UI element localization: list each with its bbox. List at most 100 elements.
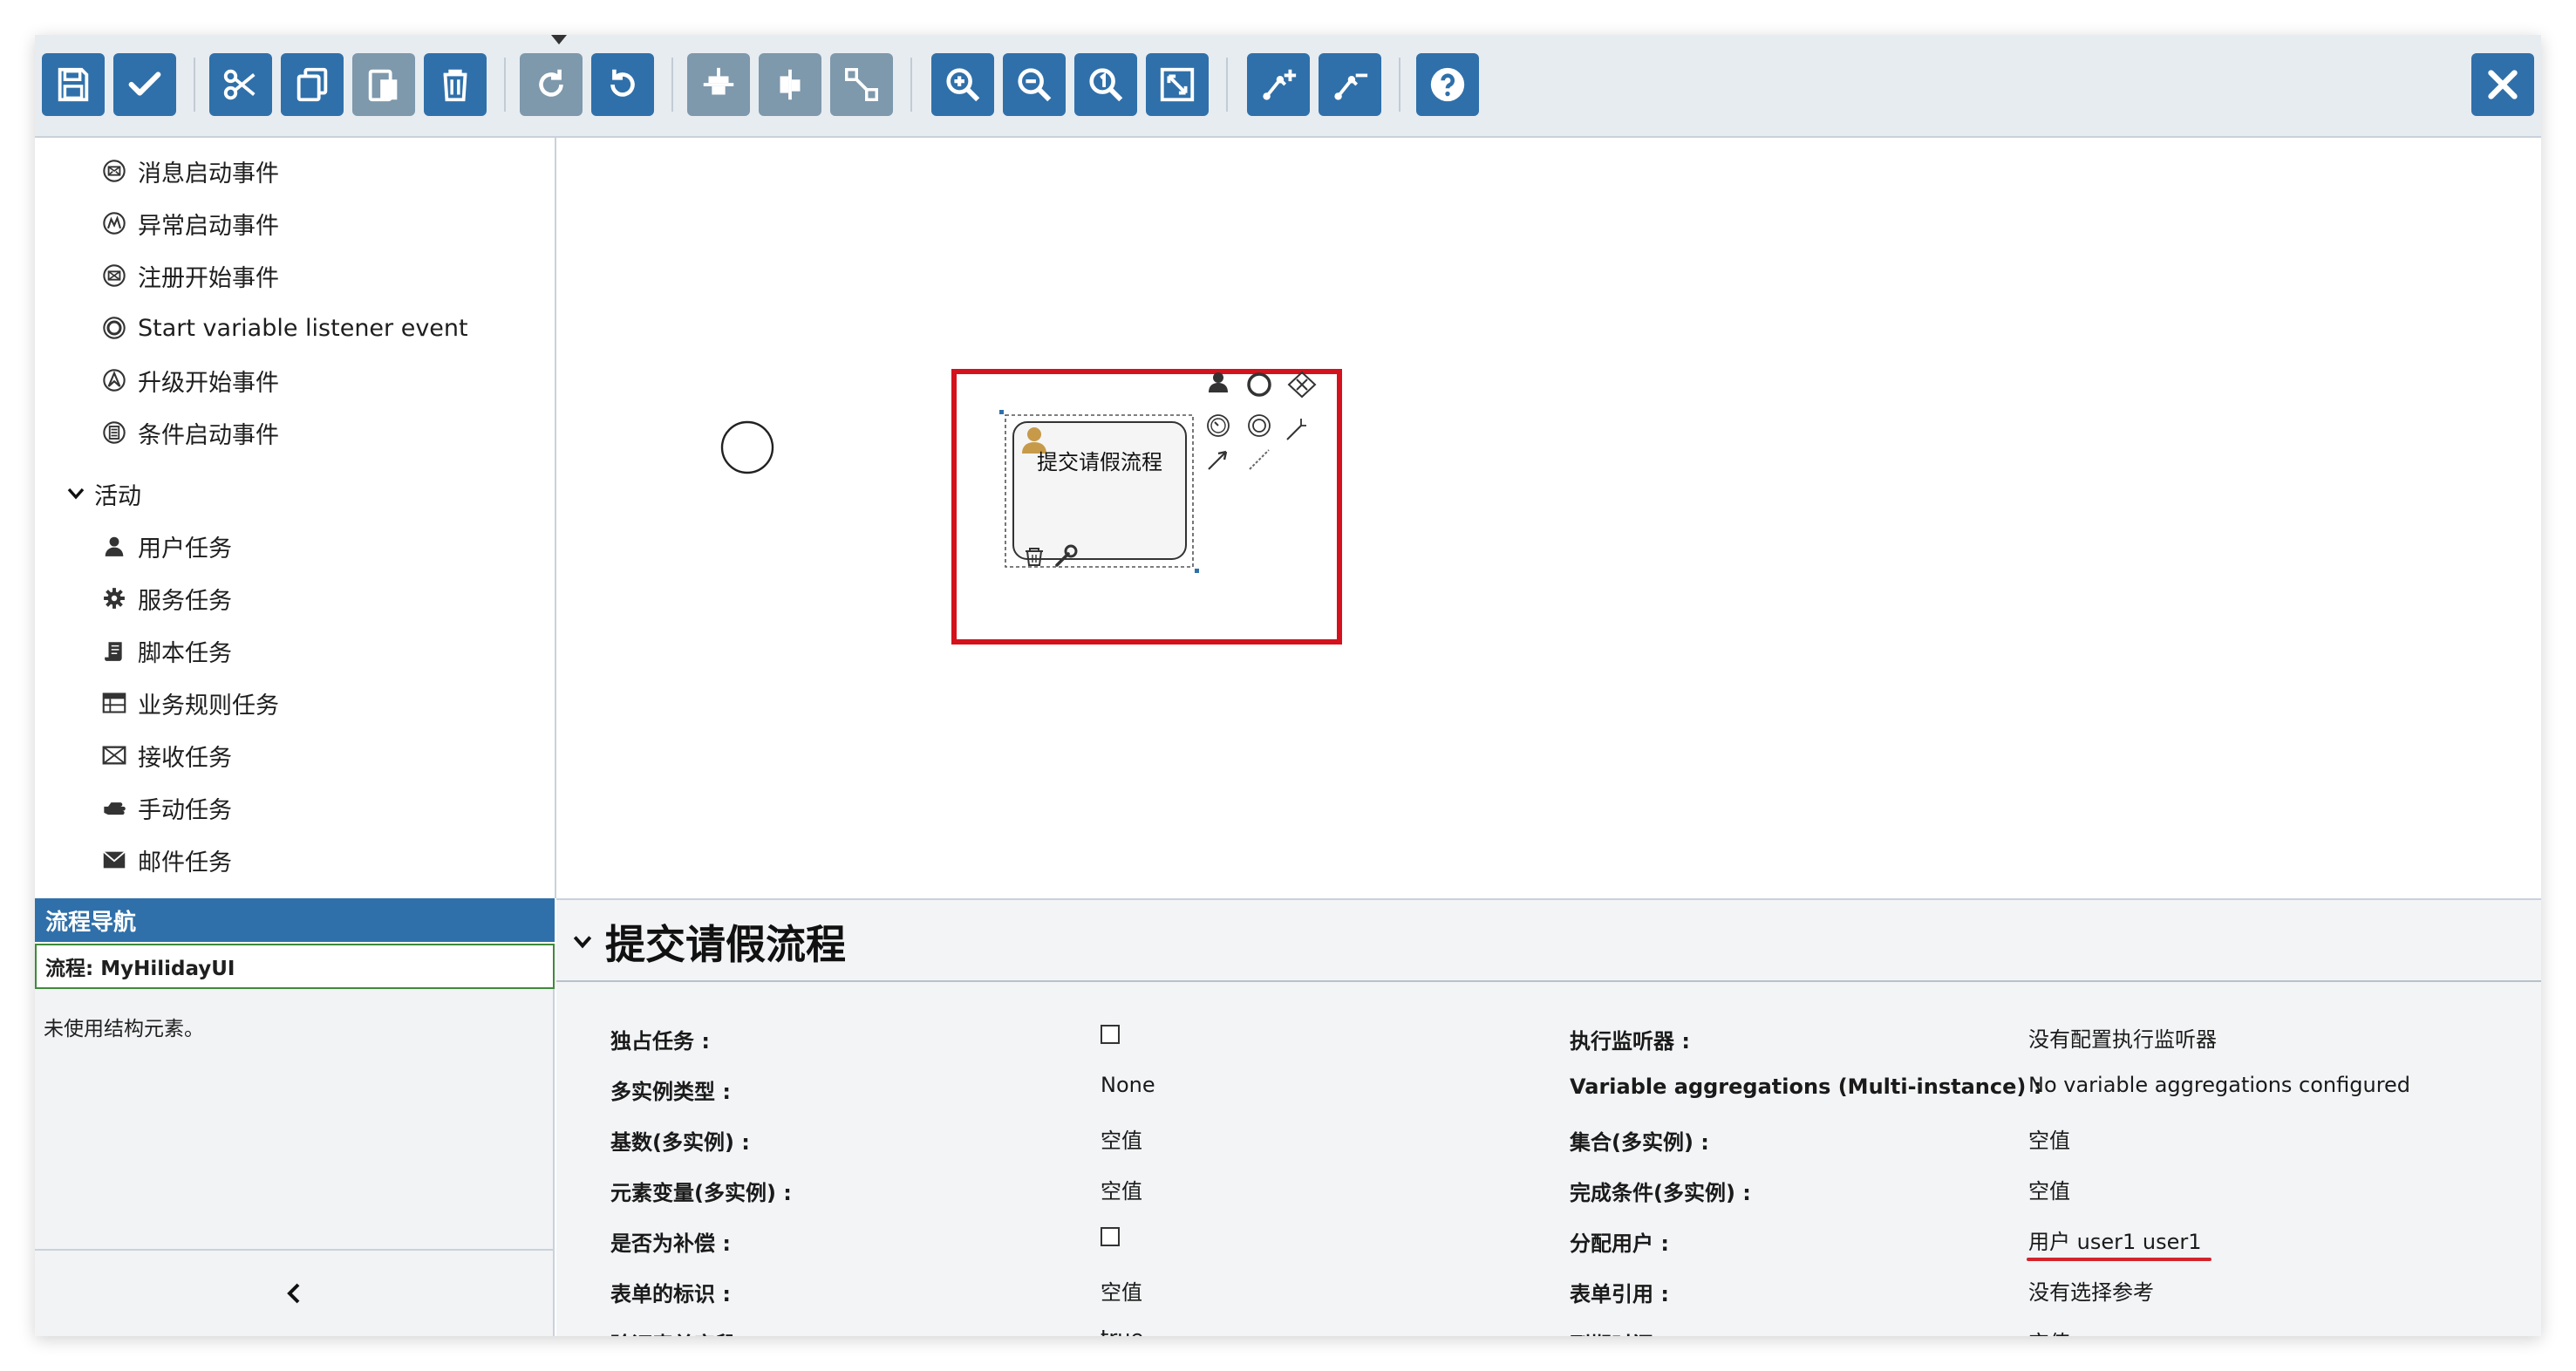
- chevron-down-icon: [66, 487, 85, 501]
- prop-value-multi-instance-type[interactable]: None: [1101, 1073, 1155, 1097]
- prop-label-execution-listeners: 执行监听器 :: [1570, 1029, 1690, 1054]
- undo-button[interactable]: [591, 53, 654, 116]
- properties-panel: 提交请假流程 独占任务 : 多实例类型 : None 基数(多实例) : 空值 …: [556, 898, 2541, 1336]
- compensation-checkbox[interactable]: [1101, 1227, 1120, 1246]
- zoom-out-button[interactable]: [1003, 53, 1066, 116]
- help-button[interactable]: [1416, 53, 1479, 116]
- resize-handle[interactable]: [999, 410, 1004, 414]
- append-user-task-icon[interactable]: [1209, 372, 1228, 392]
- prop-value-variable-aggregations[interactable]: No variable aggregations configured: [2028, 1073, 2410, 1097]
- escalation-start-icon: [101, 367, 127, 393]
- shape-palette: 消息启动事件 异常启动事件 注册开始事件 Start variable list…: [35, 138, 556, 898]
- paste-button[interactable]: [352, 53, 415, 116]
- palette-item-manual-task[interactable]: 手动任务: [101, 790, 232, 825]
- redo-button[interactable]: [520, 53, 583, 116]
- palette-item-signal-start[interactable]: 注册开始事件: [101, 258, 279, 293]
- palette-item-error-start[interactable]: 异常启动事件: [101, 206, 279, 241]
- copy-button[interactable]: [281, 53, 344, 116]
- zoom-actual-button[interactable]: [1074, 53, 1137, 116]
- close-button[interactable]: [2471, 53, 2534, 116]
- remove-bendpoint-button[interactable]: [1319, 53, 1381, 116]
- prop-value-due-date[interactable]: 空值: [2028, 1326, 2070, 1336]
- user-task-shape[interactable]: [1012, 421, 1187, 560]
- align-horizontal-button[interactable]: [687, 53, 750, 116]
- zoom-fit-button[interactable]: [1146, 53, 1209, 116]
- prop-label-form-key: 表单的标识 :: [610, 1282, 731, 1306]
- prop-label-cardinality: 基数(多实例) :: [610, 1130, 750, 1155]
- prop-label-compensation: 是否为补偿 :: [610, 1231, 731, 1256]
- navigator-footer: [35, 1249, 555, 1336]
- zoom-out-icon: [1018, 68, 1052, 102]
- palette-item-conditional-start[interactable]: 条件启动事件: [101, 415, 279, 450]
- prop-label-completion-condition: 完成条件(多实例) :: [1570, 1181, 1751, 1205]
- properties-title[interactable]: 提交请假流程: [572, 916, 846, 968]
- change-type-wrench-icon[interactable]: [1286, 419, 1306, 440]
- navigator-header[interactable]: 流程导航: [35, 898, 555, 942]
- palette-item-message-start[interactable]: 消息启动事件: [101, 153, 279, 188]
- dropdown-caret-icon[interactable]: [551, 35, 567, 44]
- append-end-event-icon[interactable]: [1247, 372, 1271, 397]
- prop-value-execution-listeners[interactable]: 没有配置执行监听器: [2028, 1022, 2217, 1053]
- envelope-icon: [101, 847, 127, 873]
- resize-handle[interactable]: [1195, 569, 1199, 573]
- palette-item-receive-task[interactable]: 接收任务: [101, 738, 232, 773]
- prop-value-assignee[interactable]: 用户 user1 user1: [2028, 1224, 2202, 1255]
- prop-label-assignee: 分配用户 :: [1570, 1231, 1669, 1256]
- connect-association-icon[interactable]: [1249, 449, 1270, 470]
- same-size-button[interactable]: [830, 53, 893, 116]
- gear-icon: [101, 585, 127, 611]
- connect-sequence-flow-icon[interactable]: [1208, 450, 1228, 470]
- check-icon: [128, 72, 161, 96]
- palette-item-business-rule-task[interactable]: 业务规则任务: [101, 686, 279, 720]
- append-timer-event-icon[interactable]: [1207, 414, 1230, 437]
- palette-item-service-task[interactable]: 服务任务: [101, 581, 232, 616]
- align-vertical-button[interactable]: [759, 53, 821, 116]
- close-icon: [2488, 70, 2518, 99]
- signal-start-icon: [101, 263, 127, 289]
- palette-item-variable-listener-start[interactable]: Start variable listener event: [101, 310, 468, 345]
- same-size-icon: [845, 68, 878, 101]
- envelope-outline-icon: [101, 742, 127, 768]
- prop-label-validate-form: 验证表单字段 :: [610, 1327, 752, 1336]
- properties-divider: [556, 980, 2541, 982]
- delete-button[interactable]: [424, 53, 487, 116]
- palette-item-escalation-start[interactable]: 升级开始事件: [101, 363, 279, 398]
- exclusive-checkbox[interactable]: [1101, 1025, 1120, 1044]
- toolbar: [35, 35, 2541, 138]
- conditional-start-icon: [101, 419, 127, 446]
- user-task-label: 提交请假流程: [1037, 450, 1162, 474]
- prop-label-multi-instance-type: 多实例类型 :: [610, 1080, 731, 1104]
- palette-item-script-task[interactable]: 脚本任务: [101, 633, 232, 668]
- navigator-body: 未使用结构元素。: [35, 989, 555, 1282]
- prop-value-form-reference[interactable]: 没有选择参考: [2028, 1275, 2154, 1306]
- append-gateway-icon[interactable]: [1287, 371, 1317, 399]
- undo-icon: [610, 69, 635, 97]
- prop-value-element-variable[interactable]: 空值: [1101, 1174, 1142, 1204]
- prop-value-validate-form[interactable]: true: [1101, 1326, 1143, 1336]
- hand-icon: [101, 795, 127, 821]
- palette-group-activities[interactable]: 活动: [66, 476, 141, 511]
- zoom-in-button[interactable]: [931, 53, 994, 116]
- prop-value-collection[interactable]: 空值: [2028, 1123, 2070, 1154]
- paste-icon: [368, 69, 398, 102]
- palette-item-mail-task[interactable]: 邮件任务: [101, 842, 232, 877]
- remove-bendpoint-icon: [1334, 73, 1368, 100]
- append-intermediate-event-icon[interactable]: [1248, 414, 1271, 437]
- save-button[interactable]: [42, 53, 105, 116]
- validate-button[interactable]: [113, 53, 176, 116]
- add-bendpoint-button[interactable]: [1247, 53, 1310, 116]
- variable-listener-start-icon: [101, 315, 127, 341]
- start-event[interactable]: [720, 420, 774, 474]
- cut-button[interactable]: [209, 53, 272, 116]
- chevron-down-icon: [572, 934, 593, 950]
- navigator-process-item[interactable]: 流程: MyHilidayUI: [35, 944, 555, 989]
- user-icon: [101, 533, 127, 559]
- diagram-canvas[interactable]: 提交请假流程: [556, 138, 2541, 898]
- prop-value-completion-condition[interactable]: 空值: [2028, 1174, 2070, 1204]
- collapse-panel-icon[interactable]: [284, 1282, 303, 1308]
- prop-value-cardinality[interactable]: 空值: [1101, 1123, 1142, 1154]
- cut-icon: [223, 69, 256, 100]
- prop-value-form-key[interactable]: 空值: [1101, 1275, 1142, 1306]
- palette-item-user-task[interactable]: 用户任务: [101, 529, 232, 563]
- prop-label-due-date: 到期时间 :: [1570, 1327, 1669, 1336]
